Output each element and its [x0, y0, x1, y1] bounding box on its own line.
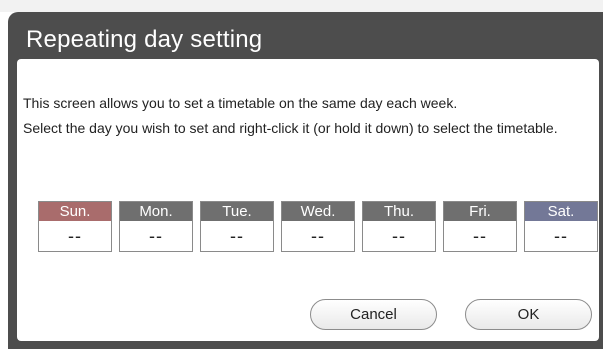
dialog-title: Repeating day setting — [26, 26, 263, 53]
day-cell-wed[interactable]: Wed. -- — [281, 201, 355, 252]
day-value-thu: -- — [392, 226, 406, 246]
day-value-wed: -- — [311, 226, 325, 246]
day-value-sat: -- — [554, 226, 568, 246]
ok-button[interactable]: OK — [465, 299, 592, 330]
day-label-sun: Sun. — [39, 202, 111, 221]
dialog-content: This screen allows you to set a timetabl… — [17, 59, 599, 341]
day-label-fri: Fri. — [444, 202, 516, 221]
description-line-2: Select the day you wish to set and right… — [23, 120, 558, 136]
day-cell-thu[interactable]: Thu. -- — [362, 201, 436, 252]
day-cell-sat[interactable]: Sat. -- — [524, 201, 598, 252]
day-value-mon: -- — [149, 226, 163, 246]
day-cell-fri[interactable]: Fri. -- — [443, 201, 517, 252]
repeating-day-dialog: Repeating day setting This screen allows… — [8, 12, 603, 349]
day-label-sat: Sat. — [525, 202, 597, 221]
day-value-tue: -- — [230, 226, 244, 246]
background-strip — [0, 0, 603, 12]
day-label-thu: Thu. — [363, 202, 435, 221]
cancel-button[interactable]: Cancel — [310, 299, 437, 330]
day-value-sun: -- — [68, 226, 82, 246]
day-value-fri: -- — [473, 226, 487, 246]
day-label-mon: Mon. — [120, 202, 192, 221]
dialog-description: This screen allows you to set a timetabl… — [23, 91, 591, 141]
description-line-1: This screen allows you to set a timetabl… — [23, 95, 458, 111]
day-cell-sun[interactable]: Sun. -- — [38, 201, 112, 252]
day-cell-tue[interactable]: Tue. -- — [200, 201, 274, 252]
day-label-wed: Wed. — [282, 202, 354, 221]
day-label-tue: Tue. — [201, 202, 273, 221]
day-cell-mon[interactable]: Mon. -- — [119, 201, 193, 252]
